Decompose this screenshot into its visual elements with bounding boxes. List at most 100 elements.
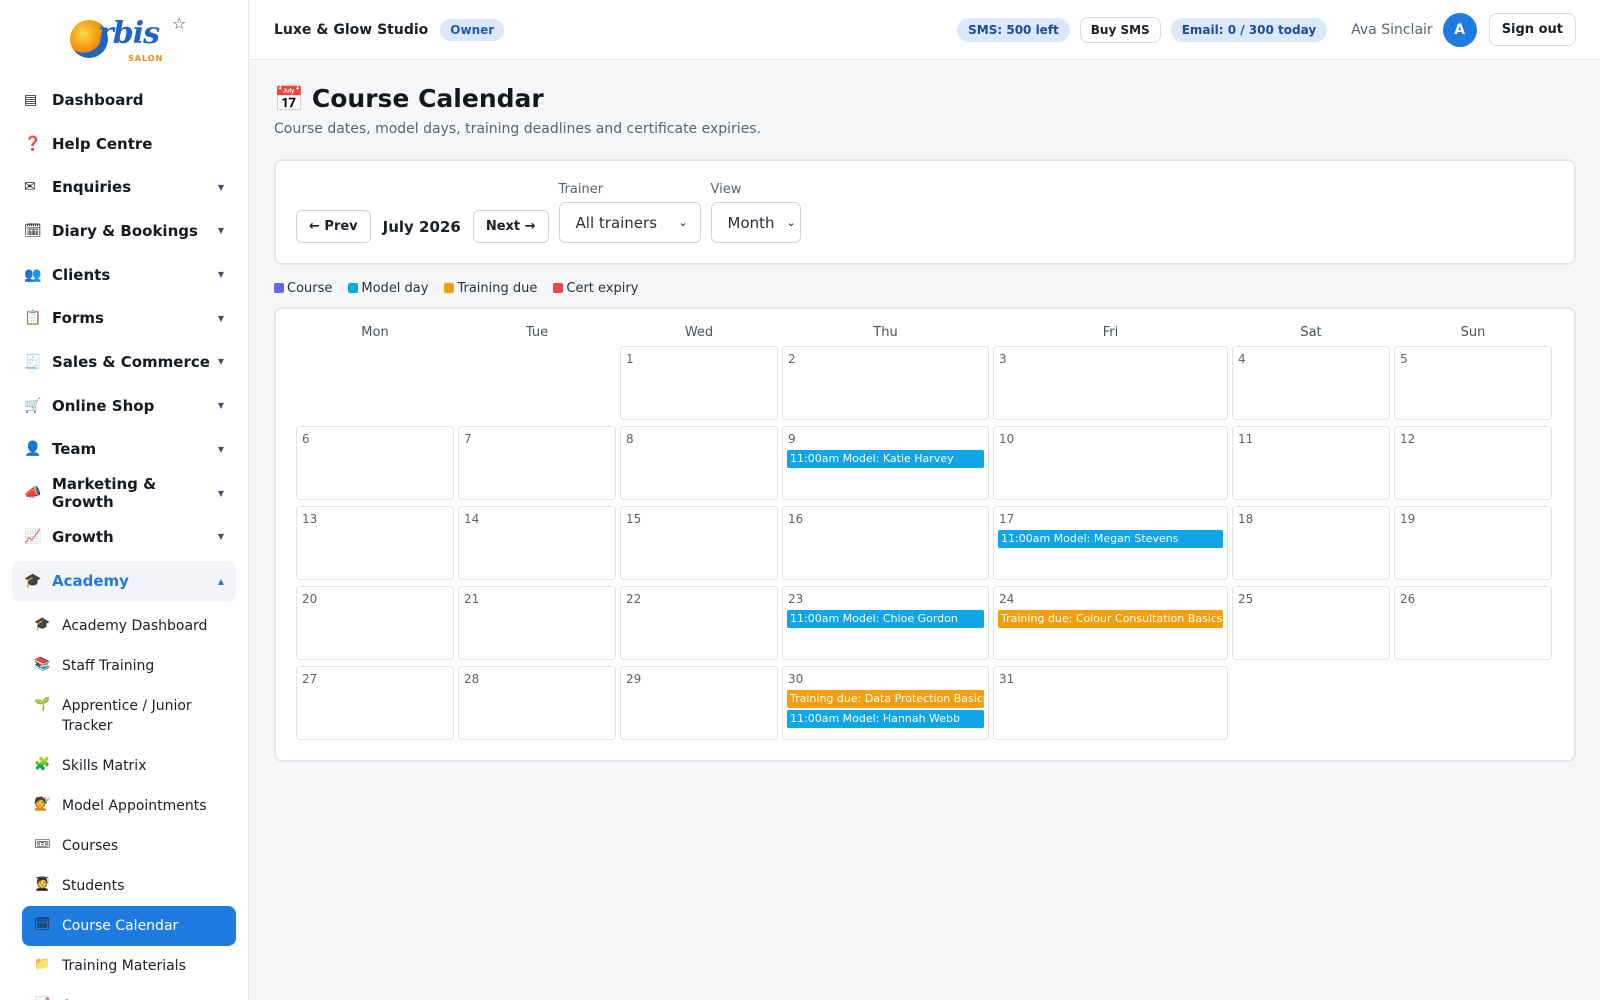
day-cell[interactable]: 10	[993, 426, 1228, 500]
day-cell[interactable]: 31	[993, 666, 1228, 740]
day-cell[interactable]: 3	[993, 346, 1228, 420]
sidebar-item-dashboard[interactable]: ▤ Dashboard	[12, 78, 236, 122]
sidebar-item-sales-commerce[interactable]: 🧾 Sales & Commerce ▼	[12, 340, 236, 384]
megaphone-icon: 📣	[24, 485, 42, 502]
chevron-up-icon: ▲	[217, 576, 224, 586]
legend-item: Training due	[444, 281, 537, 296]
sidebar-subitem-label: Apprentice / Junior Tracker	[62, 697, 192, 734]
calendar-event[interactable]: 11:00am Model: Hannah Webb	[787, 710, 984, 728]
day-cell[interactable]: 26	[1394, 586, 1552, 660]
chevron-down-icon: ▼	[217, 270, 224, 280]
day-cell[interactable]: 14	[458, 506, 616, 580]
sidebar-item-enquiries[interactable]: ✉ Enquiries ▼	[12, 165, 236, 209]
cart-icon: 🛒	[24, 397, 42, 414]
calendar-event[interactable]: 11:00am Model: Chloe Gordon	[787, 610, 984, 628]
day-cell[interactable]: 20	[296, 586, 454, 660]
sidebar-subitem-apprentice-junior-tracker[interactable]: 🌱 Apprentice / Junior Tracker	[22, 686, 236, 746]
view-select[interactable]: Month ⌄	[710, 202, 801, 243]
sidebar-subitem-model-appointments[interactable]: 💇 Model Appointments	[22, 786, 236, 826]
day-number: 4	[1238, 352, 1246, 366]
calendar-event[interactable]: 11:00am Model: Megan Stevens	[998, 530, 1223, 548]
view-filter: View Month ⌄	[710, 182, 801, 243]
calendar-toolbar: ← Prev July 2026 Next → Trainer All trai…	[274, 159, 1576, 265]
sidebar-item-diary-bookings[interactable]: 🗓 Diary & Bookings ▼	[12, 209, 236, 253]
day-cell[interactable]: 21	[458, 586, 616, 660]
sidebar-item-marketing-growth[interactable]: 📣 Marketing & Growth ▼	[12, 471, 236, 515]
day-number: 16	[788, 512, 804, 526]
sidebar-item-academy[interactable]: 🎓 Academy ▲	[12, 560, 236, 602]
day-cell[interactable]: 1	[620, 346, 778, 420]
clipboard-icon: 📋	[24, 310, 42, 327]
chevron-down-icon: ▼	[217, 182, 224, 192]
day-cell[interactable]: 12	[1394, 426, 1552, 500]
sidebar-subitem-label: Training Materials	[62, 957, 186, 974]
sidebar-item-label: Online Shop	[52, 396, 155, 415]
studio-name: Luxe & Glow Studio	[274, 21, 429, 38]
sidebar-item-online-shop[interactable]: 🛒 Online Shop ▼	[12, 384, 236, 428]
sidebar-subitem-training-materials[interactable]: 📁 Training Materials	[22, 946, 236, 986]
sidebar-subitem-label: Students	[62, 877, 125, 894]
day-cell[interactable]: 6	[296, 426, 454, 500]
buy-sms-button[interactable]: Buy SMS	[1079, 16, 1161, 43]
day-cell[interactable]: 27	[296, 666, 454, 740]
day-cell[interactable]: 29	[620, 666, 778, 740]
day-cell[interactable]: 24 Training due: Colour Consultation Basi…	[993, 586, 1228, 660]
weekday-label: Fri	[1102, 325, 1119, 340]
day-cell[interactable]: 25	[1232, 586, 1390, 660]
sidebar-subitem-skills-matrix[interactable]: 🧩 Skills Matrix	[22, 746, 236, 786]
day-cell[interactable]: 23 11:00am Model: Chloe Gordon	[782, 586, 989, 660]
sidebar-item-forms[interactable]: 📋 Forms ▼	[12, 296, 236, 340]
day-cell[interactable]: 30 Training due: Data Protection Basics 11…	[782, 666, 989, 740]
sidebar-subitem-assessments[interactable]: 📝Assessments	[22, 986, 236, 1000]
sidebar-item-help-centre[interactable]: ❓ Help Centre	[12, 122, 236, 166]
day-cell[interactable]: 15	[620, 506, 778, 580]
day-cell[interactable]: 17 11:00am Model: Megan Stevens	[993, 506, 1228, 580]
day-cell[interactable]: 8	[620, 426, 778, 500]
sidebar-item-label: Dashboard	[52, 90, 144, 109]
academy-subnav: 🎓 Academy Dashboard 📚 Staff Training 🌱 Appren…	[0, 602, 248, 1000]
sidebar-subitem-staff-training[interactable]: 📚 Staff Training	[22, 646, 236, 686]
day-cell[interactable]: 9 11:00am Model: Katie Harvey	[782, 426, 989, 500]
day-cell[interactable]: 19	[1394, 506, 1552, 580]
sign-out-button[interactable]: Sign out	[1488, 13, 1576, 46]
day-cell[interactable]: 2	[782, 346, 989, 420]
sidebar-subitem-label: Course Calendar	[62, 917, 179, 934]
sidebar-subitem-courses[interactable]: 🎟 Courses	[22, 826, 236, 866]
chevron-down-icon: ⌄	[786, 216, 796, 229]
haircut-icon: 💇	[34, 796, 51, 812]
books-icon: 📚	[34, 656, 51, 672]
trainer-select[interactable]: All trainers ⌄	[558, 202, 701, 243]
calendar-event[interactable]: Training due: Data Protection Basics	[787, 690, 984, 708]
sidebar-subitem-course-calendar[interactable]: 🗓 Course Calendar	[22, 905, 236, 946]
sidebar-item-clients[interactable]: 👥 Clients ▼	[12, 253, 236, 297]
calendar-legend: Course Model day Training due Cert expiry	[274, 281, 1576, 296]
sidebar-subitem-students[interactable]: 🧑‍🎓 Students	[22, 866, 236, 906]
sidebar-item-label: Growth	[52, 527, 114, 546]
day-cell[interactable]: 13	[296, 506, 454, 580]
day-cell[interactable]: 18	[1232, 506, 1390, 580]
calendar-event[interactable]: 11:00am Model: Katie Harvey	[787, 450, 984, 468]
next-month-button[interactable]: Next →	[472, 210, 549, 243]
prev-month-button[interactable]: ← Prev	[296, 210, 371, 243]
brand-logo[interactable]: rbis SALON ☆	[0, 0, 248, 78]
day-number: 6	[302, 432, 310, 446]
day-cell[interactable]: 16	[782, 506, 989, 580]
sidebar-subitem-academy-dashboard[interactable]: 🎓 Academy Dashboard	[22, 606, 236, 646]
view-select-value: Month	[727, 213, 775, 232]
envelope-icon: ✉	[24, 179, 36, 196]
calendar-event[interactable]: Training due: Colour Consultation Basics	[998, 610, 1223, 628]
day-number: 28	[464, 672, 480, 686]
page-header: 📅 Course Calendar	[274, 84, 1576, 113]
day-cell[interactable]: 28	[458, 666, 616, 740]
sidebar-item-growth[interactable]: 📈 Growth ▼	[12, 515, 236, 559]
day-cell[interactable]: 22	[620, 586, 778, 660]
dashboard-icon: ▤	[24, 91, 38, 108]
day-cell[interactable]: 5	[1394, 346, 1552, 420]
user-name: Ava Sinclair	[1351, 21, 1433, 38]
day-cell[interactable]: 7	[458, 426, 616, 500]
legend-item: Model day	[348, 281, 428, 296]
avatar[interactable]: A	[1442, 12, 1477, 47]
day-cell[interactable]: 11	[1232, 426, 1390, 500]
day-cell[interactable]: 4	[1232, 346, 1390, 420]
sidebar-item-team[interactable]: 👤 Team ▼	[12, 428, 236, 472]
